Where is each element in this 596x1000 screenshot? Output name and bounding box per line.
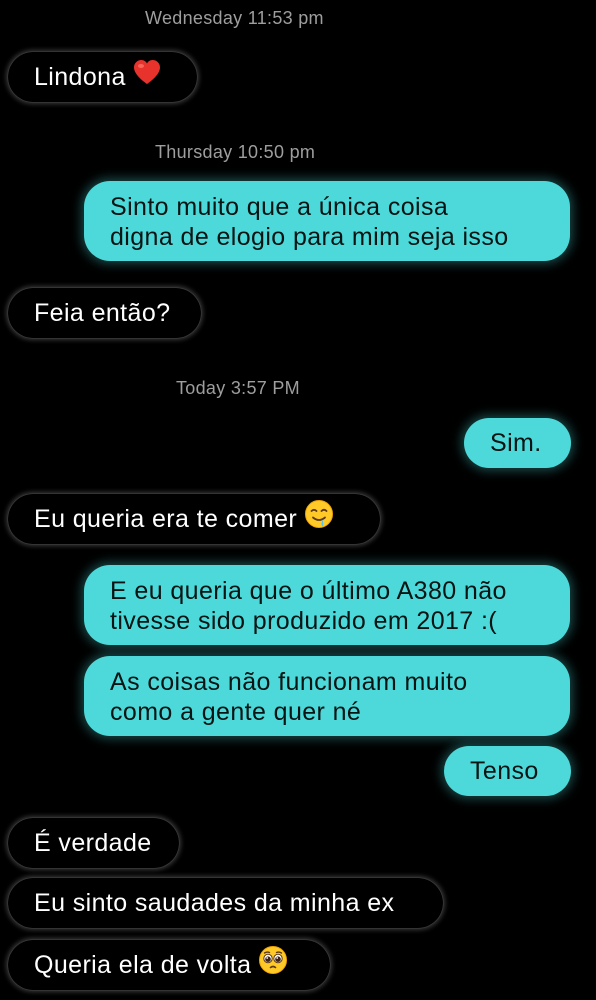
pleading-face-icon bbox=[258, 945, 288, 982]
message-line: como a gente quer né bbox=[110, 698, 362, 726]
incoming-message[interactable]: Eu sinto saudades da minha ex bbox=[8, 878, 443, 928]
message-text: Eu queria era te comer bbox=[34, 505, 298, 533]
message-text: Eu sinto saudades da minha ex bbox=[34, 889, 395, 917]
message-line: tivesse sido produzido em 2017 :( bbox=[110, 607, 498, 635]
message-text: Queria ela de volta bbox=[34, 951, 252, 979]
timestamp-thursday: Thursday 10:50 pm bbox=[155, 142, 316, 162]
drooling-face-icon bbox=[304, 499, 334, 536]
outgoing-message[interactable]: Sinto muito que a única coisa digna de e… bbox=[84, 181, 570, 261]
outgoing-message[interactable]: Sim. bbox=[464, 418, 571, 468]
timestamp-today: Today 3:57 PM bbox=[176, 378, 300, 398]
incoming-message[interactable]: Feia então? bbox=[8, 288, 201, 338]
message-text: Lindona bbox=[34, 63, 126, 91]
incoming-message[interactable]: Lindona bbox=[8, 52, 197, 102]
message-line: As coisas não funcionam muito bbox=[110, 668, 468, 696]
message-text: É verdade bbox=[34, 829, 152, 857]
message-text: Feia então? bbox=[34, 299, 171, 327]
outgoing-message[interactable]: Tenso bbox=[444, 746, 571, 796]
incoming-message[interactable]: Eu queria era te comer bbox=[8, 494, 380, 544]
outgoing-message[interactable]: As coisas não funcionam muito como a gen… bbox=[84, 656, 570, 736]
message-text: Sim. bbox=[490, 429, 542, 457]
timestamp-wednesday: Wednesday 11:53 pm bbox=[145, 8, 324, 28]
message-line: Sinto muito que a única coisa bbox=[110, 193, 449, 221]
red-heart-icon bbox=[133, 59, 161, 92]
message-line: digna de elogio para mim seja isso bbox=[110, 223, 509, 251]
message-line: E eu queria que o último A380 não bbox=[110, 577, 507, 605]
message-text: Tenso bbox=[470, 757, 539, 785]
outgoing-message[interactable]: E eu queria que o último A380 não tivess… bbox=[84, 565, 570, 645]
incoming-message[interactable]: Queria ela de volta bbox=[8, 940, 330, 990]
incoming-message[interactable]: É verdade bbox=[8, 818, 179, 868]
